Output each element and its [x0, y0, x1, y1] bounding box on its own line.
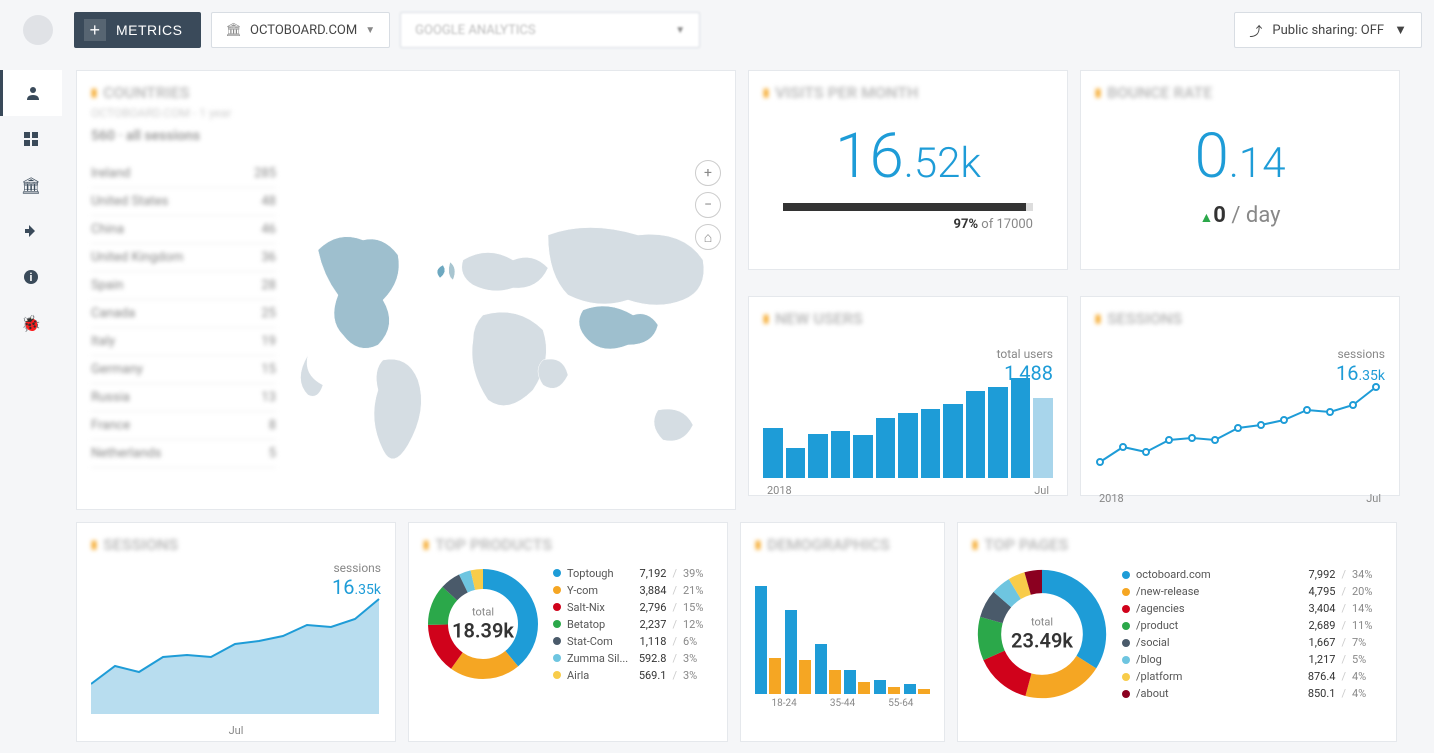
sharing-label: Public sharing: OFF — [1272, 23, 1384, 38]
country-row: Russia13 — [91, 384, 276, 412]
country-row: Germany15 — [91, 356, 276, 384]
country-summary: 560 · all sessions — [91, 128, 721, 144]
legend-row: Salt-Nix2,796 / 15% — [553, 599, 713, 616]
legend-row: /social1,667 / 7% — [1122, 634, 1382, 651]
source-selector[interactable]: GOOGLE ANALYTICS ▼ — [400, 12, 700, 48]
triangle-up-icon: ▲ — [1199, 210, 1213, 226]
x-axis: 18-24 35-44 55-64 — [755, 698, 930, 709]
sessions-area-card: SESSIONS sessions 16.35k Jul — [76, 522, 396, 742]
country-row: United States48 — [91, 188, 276, 216]
domain-selector[interactable]: 🏛 OCTOBOARD.COM ▼ — [211, 12, 391, 48]
topbar: + METRICS 🏛 OCTOBOARD.COM ▼ GOOGLE ANALY… — [0, 0, 1434, 60]
zoom-out-button[interactable]: − — [695, 192, 721, 218]
card-title: NEW USERS — [763, 309, 1053, 328]
country-row: Canada25 — [91, 300, 276, 328]
zoom-in-button[interactable]: + — [695, 160, 721, 186]
legend-row: Zumma Sil...592.8 / 3% — [553, 650, 713, 667]
chevron-down-icon: ▼ — [365, 25, 375, 36]
legend-row: /platform876.4 / 4% — [1122, 668, 1382, 685]
demographics-card: DEMOGRAPHICS 18-24 35-44 55-64 — [740, 522, 945, 742]
legend-row: Airla569.1 / 3% — [553, 667, 713, 684]
source-text: GOOGLE ANALYTICS — [415, 23, 535, 38]
legend-row: /blog1,217 / 5% — [1122, 651, 1382, 668]
card-title: TOP PRODUCTS — [423, 535, 713, 554]
legend: Toptough7,192 / 39%Y-com3,884 / 21%Salt-… — [553, 565, 713, 684]
x-axis: 2018Jul — [763, 484, 1053, 497]
country-row: France8 — [91, 412, 276, 440]
chart-value-label: sessions 16.35k — [1336, 347, 1385, 385]
metrics-button[interactable]: + METRICS — [74, 12, 201, 48]
topproducts-card: TOP PRODUCTS total — [408, 522, 728, 742]
sidebar-item-profile[interactable] — [0, 70, 62, 116]
country-row: Italy19 — [91, 328, 276, 356]
country-row: China46 — [91, 216, 276, 244]
domain-text: OCTOBOARD.COM — [250, 23, 357, 38]
newusers-card: NEW USERS total users 1,488 2018Jul — [748, 296, 1068, 496]
sessions-area-chart — [91, 594, 381, 714]
country-row: Spain28 — [91, 272, 276, 300]
bounce-value: 0.14 — [1095, 120, 1385, 193]
sidebar-item-org[interactable]: 🏛 — [0, 162, 62, 208]
legend-row: octoboard.com7,992 / 34% — [1122, 566, 1382, 583]
chevron-down-icon: ▼ — [1394, 22, 1407, 38]
card-title: DEMOGRAPHICS — [755, 535, 930, 554]
sessions-line-card: SESSIONS sessions 16.35k 2018Jul — [1080, 296, 1400, 496]
progress-bar — [783, 203, 1033, 211]
visits-card: VISITS PER MONTH 16.52k 97% of 17000 — [748, 70, 1068, 270]
bounce-delta: ▲0 / day — [1095, 203, 1385, 228]
legend-row: Y-com3,884 / 21% — [553, 582, 713, 599]
legend-row: /agencies3,404 / 14% — [1122, 600, 1382, 617]
chart-value-label: total users 1,488 — [997, 347, 1053, 385]
legend-row: /new-release4,795 / 20% — [1122, 583, 1382, 600]
progress-text: 97% of 17000 — [763, 217, 1033, 232]
share-icon: ⤴ — [1249, 21, 1262, 40]
legend: octoboard.com7,992 / 34%/new-release4,79… — [1122, 566, 1382, 702]
logo — [12, 0, 64, 60]
map-svg — [288, 160, 718, 500]
card-title: SESSIONS — [1095, 309, 1385, 328]
legend-row: Toptough7,192 / 39% — [553, 565, 713, 582]
content: COUNTRIES OCTOBOARD.COM - 1 year 560 · a… — [62, 60, 1434, 752]
sharing-button[interactable]: ⤴ Public sharing: OFF ▼ — [1234, 12, 1422, 48]
bounce-card: BOUNCE RATE 0.14 ▲0 / day — [1080, 70, 1400, 270]
building-icon: 🏛 — [226, 23, 243, 38]
legend-row: Stat-Com1,118 / 6% — [553, 633, 713, 650]
chevron-down-icon: ▼ — [675, 25, 685, 36]
sessions-line-chart — [1095, 382, 1385, 482]
card-title: BOUNCE RATE — [1095, 83, 1385, 102]
country-row: Netherlands5 — [91, 440, 276, 468]
metrics-label: METRICS — [116, 22, 183, 38]
legend-row: /about850.1 / 4% — [1122, 685, 1382, 702]
x-axis: Jul — [91, 724, 381, 737]
card-title: COUNTRIES — [91, 83, 721, 102]
card-subtitle: OCTOBOARD.COM - 1 year — [91, 106, 721, 120]
sidebar-item-plugin[interactable] — [0, 208, 62, 254]
toppages-card: TOP PAGES — [957, 522, 1397, 742]
x-axis: 2018Jul — [1095, 492, 1385, 505]
card-title: VISITS PER MONTH — [763, 83, 1053, 102]
sidebar-item-info[interactable]: i — [0, 254, 62, 300]
card-title: TOP PAGES — [972, 535, 1382, 554]
countries-card: COUNTRIES OCTOBOARD.COM - 1 year 560 · a… — [76, 70, 736, 510]
country-row: Ireland285 — [91, 160, 276, 188]
plus-icon: + — [84, 19, 106, 41]
legend-row: Betatop2,237 / 12% — [553, 616, 713, 633]
visits-value: 16.52k — [763, 120, 1053, 193]
sidebar-item-bug[interactable]: 🐞 — [0, 300, 62, 346]
demographics-chart — [755, 574, 930, 694]
svg-text:i: i — [30, 271, 33, 284]
home-button[interactable]: ⌂ — [695, 224, 721, 250]
sidebar: 🏛 i 🐞 — [0, 60, 62, 752]
world-map[interactable]: + − ⌂ — [288, 160, 721, 504]
country-row: United Kingdom36 — [91, 244, 276, 272]
donut-chart: total 18.39k — [423, 564, 543, 684]
country-list: Ireland285 United States48 China46 Unite… — [91, 160, 276, 504]
donut-chart: total 23.49k — [972, 564, 1112, 704]
legend-row: /product2,689 / 11% — [1122, 617, 1382, 634]
sidebar-item-dashboard[interactable] — [0, 116, 62, 162]
newusers-chart — [763, 378, 1053, 478]
card-title: SESSIONS — [91, 535, 381, 554]
